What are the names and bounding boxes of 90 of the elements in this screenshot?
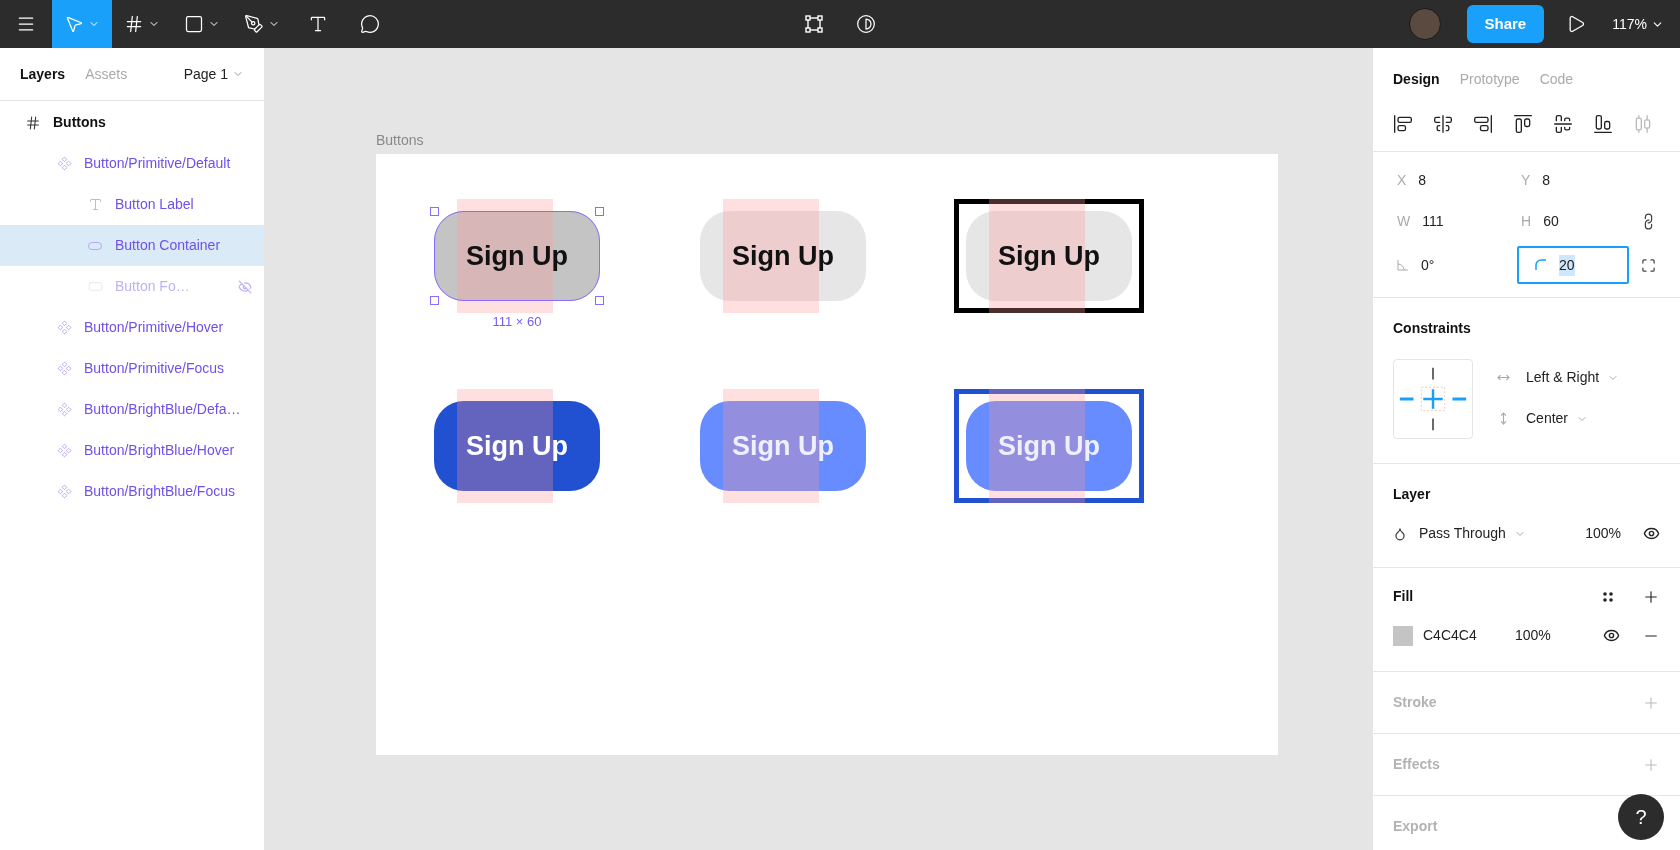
text-icon — [87, 197, 103, 212]
corners-icon[interactable] — [1641, 257, 1656, 273]
section-title: Constraints — [1393, 319, 1471, 338]
help-button[interactable]: ? — [1618, 794, 1664, 840]
layer-item[interactable]: Button/Primitive/Default — [0, 143, 264, 184]
layer-item[interactable]: Button Container — [0, 225, 264, 266]
layer-item[interactable]: Button/BrightBlue/Focus — [0, 471, 264, 512]
contrast-icon — [856, 14, 876, 34]
align-icon[interactable] — [1553, 113, 1573, 134]
layer-name: Button/BrightBlue/Focus — [84, 482, 235, 501]
panel-tab[interactable]: Layers — [20, 63, 66, 85]
vertical-constraint-dropdown[interactable]: Center — [1497, 408, 1620, 429]
layer-name: Button Fo… — [115, 277, 190, 296]
constraints-widget[interactable] — [1393, 359, 1473, 439]
layer-name: Button/Primitive/Focus — [84, 359, 225, 378]
section-title: Export — [1393, 817, 1438, 836]
field-value: 8 — [1418, 170, 1427, 190]
layer-name: Button Label — [115, 195, 194, 214]
eye-icon[interactable] — [1603, 627, 1620, 644]
text-icon — [308, 14, 328, 34]
property-field[interactable]: X 8 — [1393, 164, 1517, 196]
component-icon — [56, 156, 72, 171]
opacity-value[interactable]: 100% — [1585, 523, 1621, 544]
corner-radius-icon — [1535, 259, 1547, 271]
field-value: 60 — [1543, 211, 1559, 231]
field-value: 111 — [1422, 211, 1444, 231]
styles-icon[interactable] — [1602, 590, 1614, 603]
pointer-icon — [64, 14, 84, 34]
field-label: X — [1397, 170, 1407, 190]
layer-name: Button/BrightBlue/Defa… — [84, 400, 241, 419]
layer-item[interactable]: Button/BrightBlue/Defa… — [0, 389, 264, 430]
hash-icon — [25, 114, 41, 131]
page-dropdown[interactable]: Page 1 — [183, 63, 244, 85]
component-icon — [56, 320, 72, 335]
section-title: Fill — [1393, 587, 1414, 606]
layer-name: Buttons — [53, 113, 106, 132]
tool-button[interactable] — [802, 12, 826, 36]
field-label: H — [1521, 211, 1532, 231]
align-icon[interactable] — [1473, 113, 1493, 134]
speech-bubble-icon — [360, 14, 380, 34]
align-icon[interactable] — [1593, 113, 1613, 134]
blend-mode-dropdown[interactable]: Pass Through — [1419, 523, 1526, 544]
sign-up-button[interactable]: Sign Up — [700, 211, 866, 301]
layer-name: Button Container — [115, 236, 221, 255]
horizontal-constraint-dropdown[interactable]: Left & Right — [1497, 367, 1620, 388]
pen-icon — [244, 14, 264, 34]
layer-item[interactable]: Button/Primitive/Focus — [0, 348, 264, 389]
rectangle-icon — [87, 279, 103, 294]
field-label: Y — [1521, 170, 1531, 190]
frame-title: Buttons — [376, 131, 424, 150]
section-title: Layer — [1393, 485, 1431, 504]
field-value: 8 — [1542, 170, 1551, 190]
component-icon — [56, 443, 72, 458]
layer-name: Button/Primitive/Hover — [84, 318, 224, 337]
align-icon[interactable] — [1393, 113, 1413, 134]
section-title: Effects — [1393, 755, 1440, 774]
align-icon[interactable] — [1513, 113, 1533, 134]
layer-item[interactable]: Buttons — [0, 102, 264, 143]
property-field[interactable]: W 111 — [1393, 205, 1517, 237]
component-icon — [56, 361, 72, 376]
zoom-dropdown[interactable]: 117% — [1612, 13, 1664, 35]
align-icon[interactable] — [1433, 113, 1453, 134]
hex-value[interactable]: C4C4C4 — [1423, 625, 1515, 646]
sign-up-button[interactable]: Sign Up — [434, 401, 600, 491]
droplet-icon — [1393, 526, 1407, 541]
layer-item[interactable]: Button/BrightBlue/Hover — [0, 430, 264, 471]
sign-up-button[interactable]: Sign Up — [966, 211, 1132, 301]
color-swatch[interactable] — [1393, 625, 1413, 646]
size-label: 111 × 60 — [491, 313, 543, 331]
rotation-field[interactable]: 0° — [1393, 249, 1517, 281]
transform-icon — [804, 14, 824, 34]
tool-button[interactable] — [854, 12, 878, 36]
component-icon — [56, 484, 72, 499]
angle-icon — [1397, 259, 1409, 271]
sign-up-button[interactable]: Sign Up — [434, 211, 600, 301]
panel-tab[interactable]: Design — [1393, 69, 1440, 90]
section-title: Stroke — [1393, 693, 1437, 712]
square-icon — [184, 14, 204, 34]
corner-radius-field[interactable]: 20 — [1517, 246, 1629, 284]
field-label: W — [1397, 211, 1411, 231]
eye-icon[interactable] — [1643, 525, 1660, 542]
layer-item[interactable]: Button/Primitive/Hover — [0, 307, 264, 348]
hash-icon — [124, 14, 144, 34]
opacity-value[interactable]: 100% — [1515, 625, 1551, 646]
layer-item[interactable]: Button Label — [0, 184, 264, 225]
property-field[interactable]: Y 8 — [1517, 164, 1641, 196]
property-field[interactable]: H 60 — [1517, 205, 1641, 237]
layer-name: Button/BrightBlue/Hover — [84, 441, 235, 460]
component-icon — [56, 402, 72, 417]
layer-name: Button/Primitive/Default — [84, 154, 231, 173]
